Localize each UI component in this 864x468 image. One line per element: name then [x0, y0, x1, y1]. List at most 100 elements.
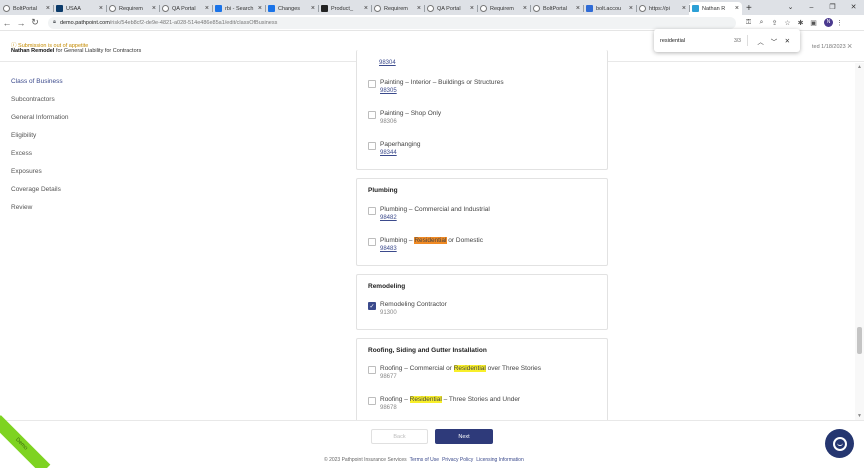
option-checkbox-checked[interactable]: ✓	[368, 302, 376, 310]
close-icon[interactable]: ×	[523, 5, 527, 12]
chevron-down-icon[interactable]: ﹀	[767, 36, 780, 46]
chat-button[interactable]	[825, 429, 854, 458]
class-code-link[interactable]: 98344	[380, 150, 420, 156]
chevron-down-icon[interactable]: ⌄	[780, 0, 801, 15]
option-checkbox[interactable]	[368, 80, 376, 88]
browser-tab[interactable]: QA Portal ×	[424, 2, 477, 15]
option-checkbox[interactable]	[368, 207, 376, 215]
nav-item-coverage-details[interactable]: Coverage Details	[11, 186, 68, 204]
class-code-link[interactable]: 98483	[380, 246, 483, 252]
scroll-down-icon[interactable]: ▼	[855, 413, 864, 419]
star-icon[interactable]: ☆	[781, 19, 794, 27]
class-code-link[interactable]: 98482	[380, 215, 490, 221]
close-icon[interactable]: ×	[152, 5, 156, 12]
nav-item-general-information[interactable]: General Information	[11, 114, 68, 132]
option-checkbox[interactable]	[368, 142, 376, 150]
forward-arrow-icon[interactable]: →	[14, 18, 28, 28]
tab-title: BoltPortal	[543, 5, 567, 12]
close-icon[interactable]: ×	[364, 5, 368, 12]
close-icon[interactable]: ×	[470, 5, 474, 12]
globe-icon	[162, 5, 169, 12]
close-icon[interactable]: ×	[99, 5, 103, 12]
scroll-up-icon[interactable]: ▲	[855, 64, 864, 70]
extensions-icon[interactable]: ✱	[794, 19, 807, 27]
profile-avatar[interactable]: N	[824, 18, 833, 27]
nav-item-review[interactable]: Review	[11, 204, 68, 222]
find-input[interactable]	[660, 37, 730, 44]
tab-title: https://pi	[649, 5, 670, 12]
close-icon[interactable]: ×	[258, 5, 262, 12]
option-checkbox[interactable]	[368, 111, 376, 119]
new-tab-button[interactable]: +	[746, 2, 752, 15]
close-icon[interactable]: ×	[311, 5, 315, 12]
browser-tab[interactable]: https://pi ×	[636, 2, 689, 15]
label-text: Roofing –	[380, 396, 410, 403]
page-scrollbar[interactable]: ▲ ▼	[855, 63, 864, 420]
tab-title: Nathan R	[702, 5, 726, 12]
browser-tab[interactable]: Requirem ×	[106, 2, 159, 15]
browser-tab[interactable]: Product_ ×	[318, 2, 371, 15]
nav-item-exposures[interactable]: Exposures	[11, 168, 68, 186]
close-icon[interactable]: ×	[682, 5, 686, 12]
browser-tab[interactable]: Requirem ×	[371, 2, 424, 15]
nav-item-excess[interactable]: Excess	[11, 150, 68, 168]
doc-icon	[321, 5, 328, 12]
browser-tab[interactable]: USAA ×	[53, 2, 106, 15]
option-checkbox[interactable]	[368, 366, 376, 374]
next-button[interactable]: Next	[435, 429, 493, 444]
close-icon[interactable]: ×	[847, 41, 852, 51]
tab-title: Changes	[278, 5, 301, 12]
close-icon[interactable]: ×	[46, 5, 50, 12]
share-icon[interactable]: ⇪	[768, 19, 781, 27]
chevron-up-icon[interactable]: ︿	[754, 36, 767, 46]
back-button[interactable]: Back	[371, 429, 428, 444]
scrollbar-thumb[interactable]	[857, 327, 862, 354]
class-code-link[interactable]: 98305	[380, 88, 504, 94]
usaa-icon	[56, 5, 63, 12]
subtitle-suffix: for General Liability for Contractors	[55, 48, 142, 54]
licensing-link[interactable]: Licensing Information	[476, 457, 524, 463]
close-icon[interactable]: ✕	[781, 37, 794, 45]
maximize-icon[interactable]: ❐	[822, 0, 843, 15]
submission-subtitle: Nathan Remodel for General Liability for…	[11, 48, 141, 54]
option-checkbox[interactable]	[368, 238, 376, 246]
copyright-text: © 2023 Pathpoint Insurance Services	[324, 457, 407, 463]
key-icon[interactable]: ⚿	[742, 19, 755, 27]
terms-link[interactable]: Terms of Use	[410, 457, 439, 463]
sidepanel-icon[interactable]: ▣	[807, 19, 820, 27]
menu-icon[interactable]: ⋮	[833, 19, 846, 27]
nav-item-class-of-business[interactable]: Class of Business	[11, 78, 68, 96]
back-arrow-icon[interactable]: ←	[0, 18, 14, 28]
close-icon[interactable]: ×	[205, 5, 209, 12]
class-code-link[interactable]: 98304	[379, 60, 396, 66]
nav-item-eligibility[interactable]: Eligibility	[11, 132, 68, 150]
tab-title: Requirem	[119, 5, 143, 12]
pathpoint-icon	[692, 5, 699, 12]
remodeling-card: Remodeling ✓ Remodeling Contractor 91300	[356, 274, 608, 330]
browser-tab[interactable]: rbi - Search ×	[212, 2, 265, 15]
close-icon[interactable]: ×	[629, 5, 633, 12]
browser-tab[interactable]: bolt.accou ×	[583, 2, 636, 15]
browser-tab[interactable]: QA Portal ×	[159, 2, 212, 15]
reload-icon[interactable]: ↻	[28, 17, 42, 28]
browser-tab-active[interactable]: Nathan R ×	[689, 2, 742, 15]
minimize-icon[interactable]: –	[801, 0, 822, 15]
privacy-link[interactable]: Privacy Policy	[442, 457, 473, 463]
close-icon[interactable]: ×	[576, 5, 580, 12]
plumbing-card: Plumbing Plumbing – Commercial and Indus…	[356, 178, 608, 266]
address-bar[interactable]: 🔒︎ demo.pathpoint.com/risk/54eb8cf2-de9e…	[48, 16, 736, 29]
close-icon[interactable]: ×	[417, 5, 421, 12]
nav-item-subcontractors[interactable]: Subcontractors	[11, 96, 68, 114]
close-window-icon[interactable]: ✕	[843, 0, 864, 15]
browser-tab[interactable]: Changes ×	[265, 2, 318, 15]
browser-tab[interactable]: BoltPortal ×	[530, 2, 583, 15]
browser-tab[interactable]: BoltPortal ×	[0, 2, 53, 15]
option-checkbox[interactable]	[368, 397, 376, 405]
find-count: 3/3	[734, 37, 741, 44]
zoom-icon[interactable]: ⌕	[755, 19, 768, 27]
class-code: 98677	[380, 374, 397, 380]
form-steps-nav: Class of Business Subcontractors General…	[11, 78, 68, 222]
tab-title: bolt.accou	[596, 5, 622, 12]
browser-tab[interactable]: Requirem ×	[477, 2, 530, 15]
close-icon[interactable]: ×	[735, 5, 739, 12]
